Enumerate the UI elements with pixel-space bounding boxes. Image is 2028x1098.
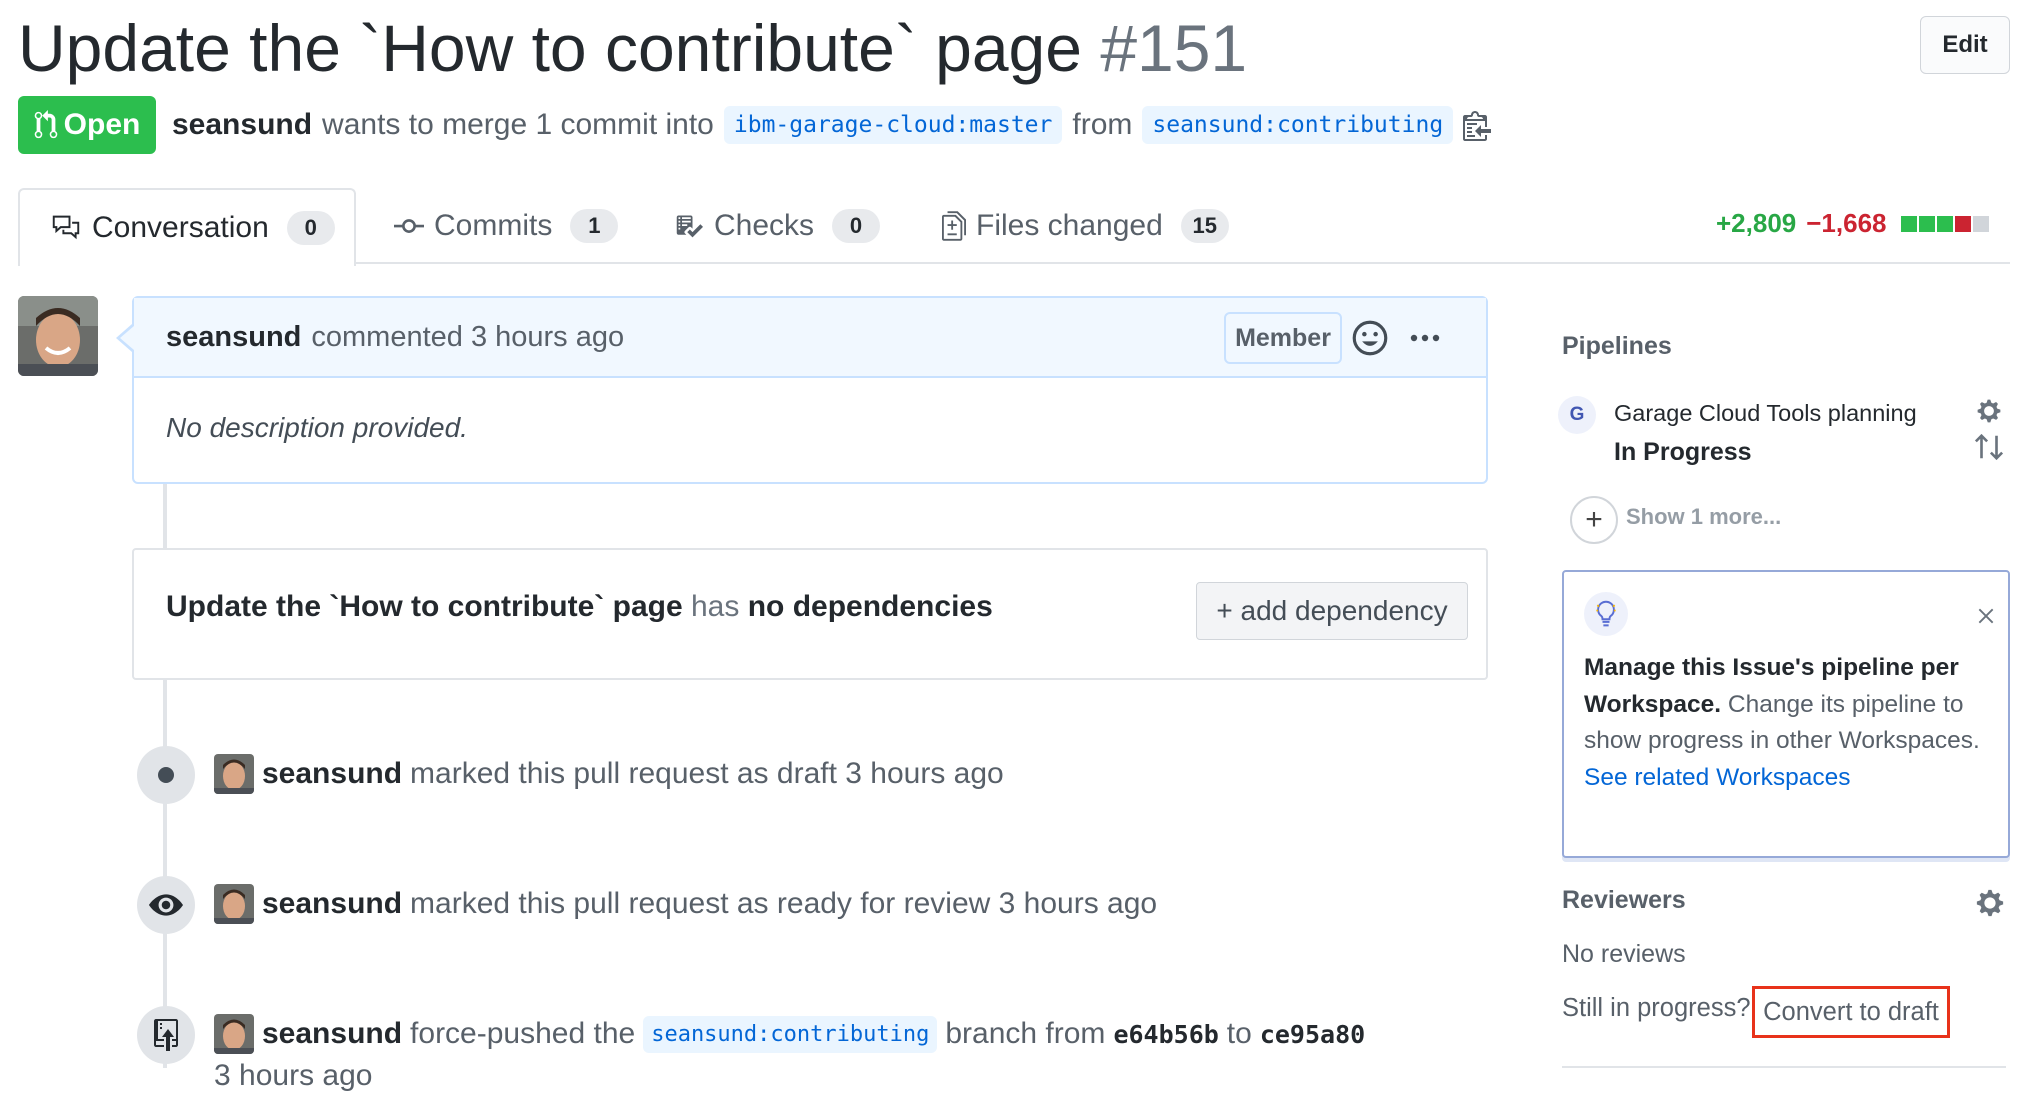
light-bulb-icon (1584, 592, 1628, 636)
comment-body: No description provided. (166, 412, 468, 443)
head-branch[interactable]: seansund:contributing (1142, 106, 1454, 144)
comment-timestamp: commented 3 hours ago (311, 320, 625, 353)
timeline-event-icon (137, 876, 195, 934)
comment: seansund commented 3 hours ago Member No… (132, 296, 1488, 484)
clipboard-icon[interactable] (1463, 108, 1492, 142)
pipeline-status[interactable]: In Progress (1614, 438, 1752, 467)
merge-summary: seansund wants to merge 1 commit into ib… (172, 98, 1492, 152)
pr-number: #151 (1100, 11, 1248, 85)
commit-sha-to[interactable]: ce95a80 (1260, 1020, 1365, 1049)
tab-counter: 15 (1180, 209, 1229, 243)
diffstat-bar (1900, 215, 1991, 232)
eye-icon (149, 894, 183, 916)
git-pull-request-icon (34, 110, 57, 139)
from-text: from (1072, 108, 1133, 141)
avatar[interactable] (214, 754, 254, 794)
add-dependency-button[interactable]: + add dependency (1196, 582, 1468, 640)
dependency-none: no dependencies (747, 590, 993, 623)
pipeline-avatar: G (1558, 396, 1596, 434)
event-author[interactable]: seansund (262, 757, 402, 791)
repo-push-icon (154, 1019, 178, 1051)
comment-author[interactable]: seansund (166, 321, 301, 354)
tab-label: Files changed (976, 209, 1163, 242)
event-text: branch from (945, 1017, 1106, 1050)
tab-files-changed[interactable]: Files changed 15 (942, 188, 1229, 264)
base-branch[interactable]: ibm-garage-cloud:master (723, 106, 1063, 144)
merge-text: wants to merge 1 commit into (322, 108, 714, 141)
timeline-event: seansund force-pushed the seansund:contr… (262, 1012, 1365, 1056)
diffstat: +2,809 −1,668 (1716, 208, 1991, 239)
author-link[interactable]: seansund (172, 108, 312, 142)
still-in-progress-text: Still in progress? (1562, 994, 1751, 1022)
event-text: to (1226, 1017, 1252, 1050)
event-author[interactable]: seansund (262, 887, 402, 921)
timeline-event-icon (137, 746, 195, 804)
reviewers-heading: Reviewers (1562, 886, 1686, 914)
additions-count: +2,809 (1716, 208, 1797, 238)
tab-label: Conversation (92, 211, 269, 244)
tab-label: Commits (434, 209, 553, 242)
kebab-horizontal-icon[interactable] (1410, 324, 1440, 352)
tab-commits[interactable]: Commits 1 (394, 188, 619, 264)
tab-counter: 1 (570, 209, 619, 243)
dependency-title: Update the `How to contribute` page (166, 590, 683, 623)
avatar[interactable] (18, 296, 98, 376)
dependency-summary: Update the `How to contribute` page has … (166, 590, 993, 624)
timeline-event: seansund marked this pull request as dra… (262, 752, 1004, 796)
tab-counter: 0 (832, 209, 881, 243)
smiley-icon[interactable] (1352, 320, 1388, 356)
tab-counter: 0 (286, 211, 335, 245)
event-text: force-pushed the (410, 1017, 636, 1050)
file-diff-icon (942, 211, 966, 241)
show-more-link[interactable]: Show 1 more... (1626, 504, 1781, 530)
event-timestamp: 3 hours ago (214, 1059, 373, 1092)
commit-sha-from[interactable]: e64b56b (1113, 1020, 1218, 1049)
close-icon[interactable] (1978, 608, 1994, 624)
edit-button[interactable]: Edit (1920, 16, 2010, 74)
timeline-event-icon (137, 1006, 195, 1064)
see-related-workspaces-link[interactable]: See related Workspaces (1584, 764, 1850, 791)
tab-conversation[interactable]: Conversation 0 (18, 188, 356, 266)
tab-label: Checks (714, 209, 815, 242)
pipelines-heading: Pipelines (1562, 332, 1672, 360)
comment-discussion-icon (52, 215, 80, 240)
workspace-tip: Manage this Issue's pipeline per Workspa… (1562, 570, 2010, 858)
state-label: Open (63, 108, 141, 141)
event-author[interactable]: seansund (262, 1017, 402, 1051)
dependency-panel: Update the `How to contribute` page has … (132, 548, 1488, 680)
gear-icon[interactable] (1976, 398, 2002, 424)
arrow-both-icon[interactable] (1974, 432, 2004, 462)
gear-icon[interactable] (1976, 888, 2004, 918)
avatar[interactable] (214, 884, 254, 924)
convert-to-draft-link[interactable]: Convert to draft (1752, 986, 1950, 1038)
member-badge: Member (1224, 312, 1342, 364)
tab-checks[interactable]: Checks 0 (674, 188, 881, 264)
plus-icon[interactable]: + (1570, 496, 1618, 544)
pipeline-name[interactable]: Garage Cloud Tools planning (1614, 400, 1917, 427)
event-branch[interactable]: seansund:contributing (643, 1015, 938, 1053)
tip-message: Manage this Issue's pipeline per Workspa… (1584, 650, 1994, 796)
avatar[interactable] (214, 1014, 254, 1054)
no-reviews-text: No reviews (1562, 940, 1686, 968)
comment-arrow-fill (120, 326, 134, 350)
state-badge: Open (18, 96, 156, 154)
dependency-has: has (691, 590, 740, 623)
timeline-event: seansund marked this pull request as rea… (262, 882, 1157, 926)
event-text: marked this pull request as draft 3 hour… (410, 757, 1004, 790)
event-text: marked this pull request as ready for re… (410, 887, 1158, 920)
git-commit-icon (394, 219, 424, 233)
checklist-icon (676, 215, 703, 238)
pr-title: Update the `How to contribute` page (18, 11, 1082, 85)
page-title: Update the `How to contribute` page #151 (18, 4, 1247, 92)
dot-icon (158, 767, 174, 783)
deletions-count: −1,668 (1806, 208, 1887, 238)
